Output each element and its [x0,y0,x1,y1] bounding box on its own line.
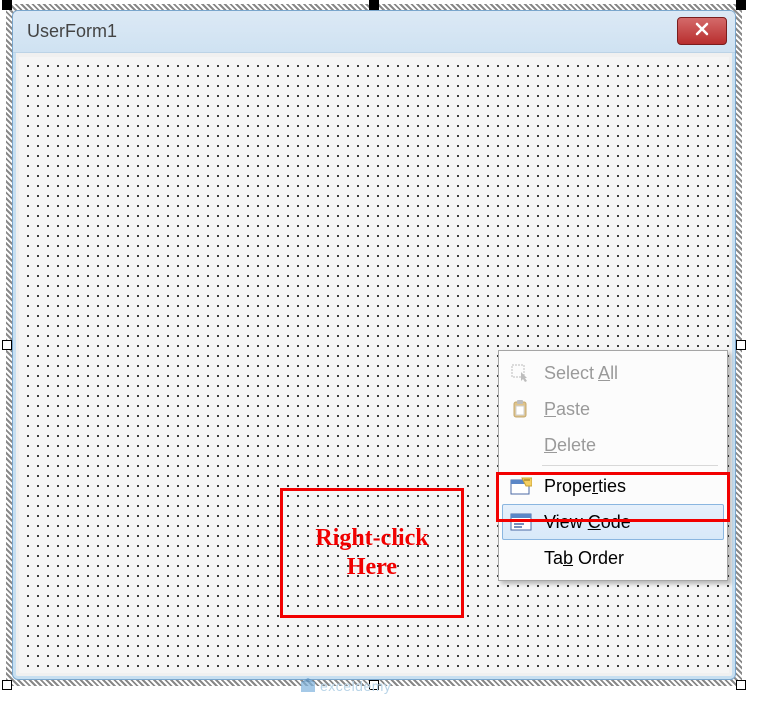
resize-handle[interactable] [369,680,379,690]
menu-label: Paste [544,399,590,420]
close-button[interactable] [677,17,727,45]
resize-handle[interactable] [736,680,746,690]
resize-handle[interactable] [736,0,746,10]
titlebar[interactable]: UserForm1 [13,11,735,53]
resize-handle[interactable] [2,0,12,10]
menu-item-delete[interactable]: Delete [502,427,724,463]
resize-handle[interactable] [736,340,746,350]
window-title: UserForm1 [27,21,117,42]
close-icon [694,21,710,42]
select-all-icon [506,364,536,382]
menu-label: Properties [544,476,626,497]
menu-item-tab-order[interactable]: Tab Order [502,540,724,576]
menu-label: Tab Order [544,548,624,569]
menu-item-properties[interactable]: Properties [502,468,724,504]
menu-item-view-code[interactable]: View Code [502,504,724,540]
view-code-icon [506,513,536,531]
context-menu: Select All Paste Delete Properties [498,350,728,581]
resize-handle[interactable] [2,340,12,350]
resize-handle[interactable] [2,680,12,690]
paste-icon [506,399,536,419]
menu-label: Delete [544,435,596,456]
resize-handle[interactable] [369,0,379,10]
designer-selection-frame: UserForm1 [6,4,742,686]
menu-item-paste[interactable]: Paste [502,391,724,427]
menu-label: Select All [544,363,618,384]
menu-item-select-all[interactable]: Select All [502,355,724,391]
properties-icon [506,476,536,496]
menu-separator [542,465,718,466]
menu-label: View Code [544,512,631,533]
